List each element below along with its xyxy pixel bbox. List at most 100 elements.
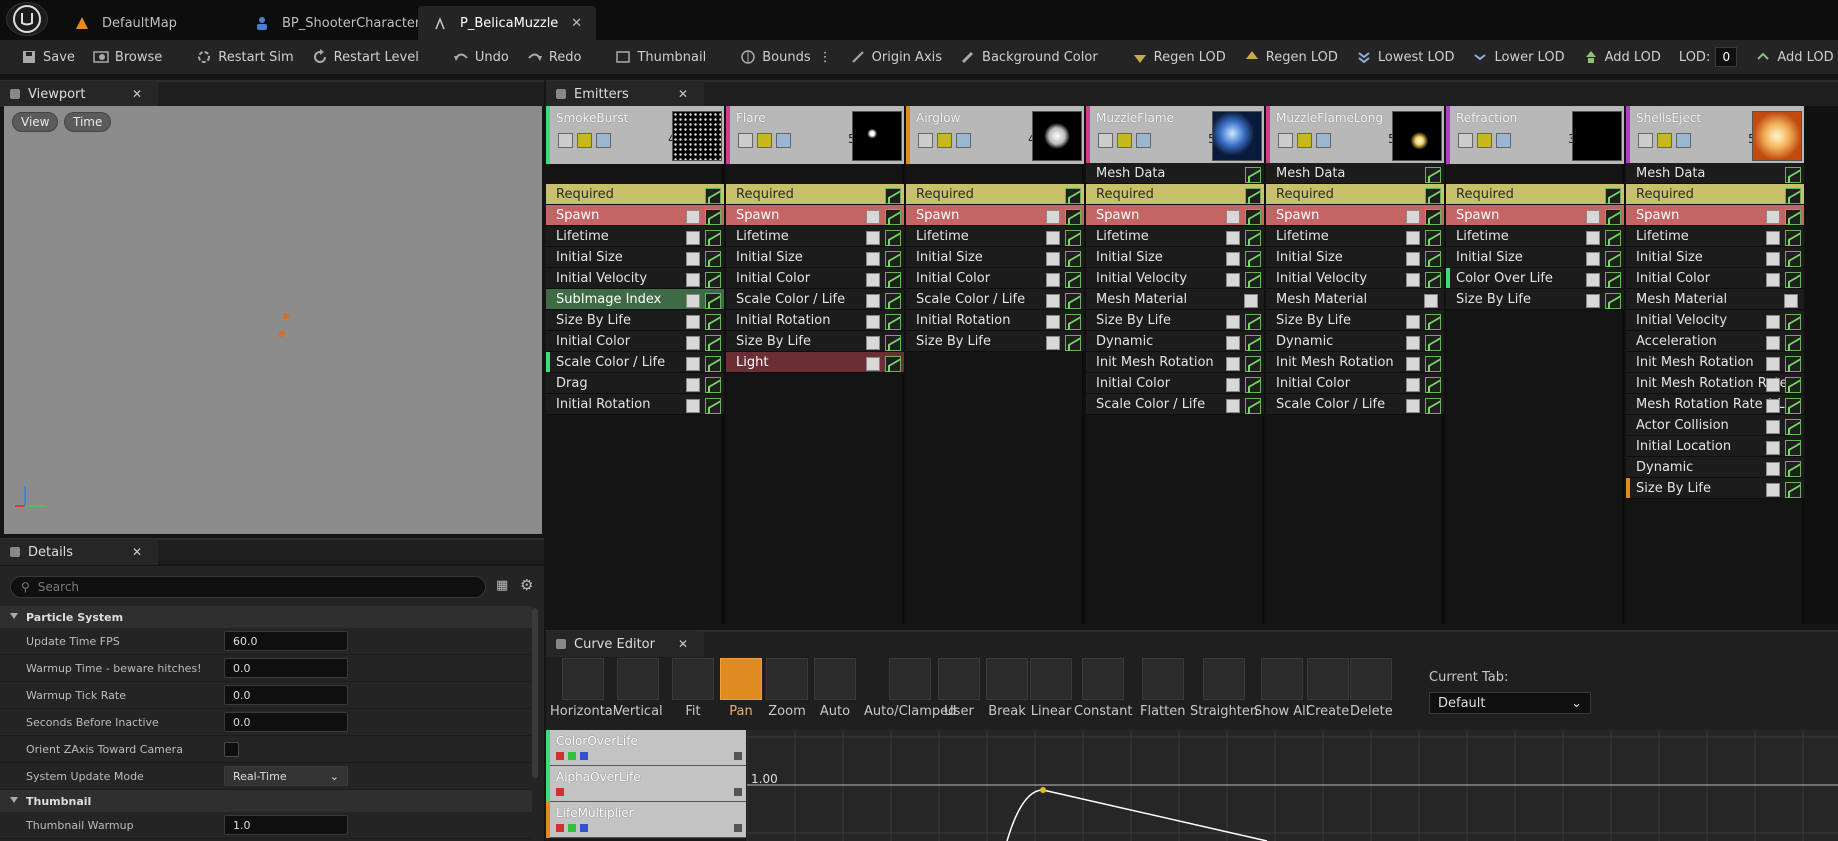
remove-track-icon[interactable] bbox=[734, 752, 742, 760]
curve-graph-icon[interactable] bbox=[885, 272, 901, 288]
emitter-module[interactable]: Size By Life bbox=[546, 310, 724, 331]
emitter-module[interactable]: Init Mesh Rotation Rate bbox=[1626, 373, 1804, 394]
current-tab-select[interactable]: Default ⌄ bbox=[1429, 692, 1591, 714]
module-enable-checkbox[interactable] bbox=[686, 336, 700, 350]
tab-bp-shootercharacter[interactable]: BP_ShooterCharacter bbox=[240, 6, 434, 40]
emitter-module[interactable]: Mesh Material bbox=[1086, 289, 1264, 310]
curve-graph-icon[interactable] bbox=[1425, 167, 1441, 183]
module-enable-checkbox[interactable] bbox=[1586, 273, 1600, 287]
details-scrollbar[interactable] bbox=[532, 608, 538, 778]
seconds-before-inactive-input[interactable]: 0.0 bbox=[224, 712, 348, 732]
curve-linear-button[interactable]: Linear bbox=[1030, 658, 1072, 730]
tab-defaultmap[interactable]: DefaultMap bbox=[60, 6, 191, 40]
curve-graph-icon[interactable] bbox=[1245, 335, 1261, 351]
module-enable-checkbox[interactable] bbox=[1766, 420, 1780, 434]
regen-lod-button-1[interactable]: Regen LOD bbox=[1123, 40, 1235, 75]
channel-toggle-icon[interactable] bbox=[580, 752, 588, 760]
emitter-module[interactable]: Lifetime bbox=[1626, 226, 1804, 247]
add-lod-button-1[interactable]: Add LOD bbox=[1574, 40, 1670, 75]
emitter-header[interactable]: Flare5 bbox=[726, 106, 904, 164]
curve-graph-icon[interactable] bbox=[1605, 209, 1621, 225]
curve-graph-icon[interactable] bbox=[705, 272, 721, 288]
emitter-module[interactable]: Initial Velocity bbox=[1626, 310, 1804, 331]
emitter-module[interactable]: Initial Velocity bbox=[546, 268, 724, 289]
curve-horizontal-button[interactable]: Horizontal bbox=[550, 658, 616, 730]
module-enable-checkbox[interactable] bbox=[1766, 252, 1780, 266]
module-enable-checkbox[interactable] bbox=[1424, 294, 1438, 308]
module-enable-checkbox[interactable] bbox=[686, 252, 700, 266]
curve-graph-icon[interactable] bbox=[1785, 398, 1801, 414]
curve-graph-icon[interactable] bbox=[1785, 482, 1801, 498]
curve-graph-icon[interactable] bbox=[705, 230, 721, 246]
curve-graph-icon[interactable] bbox=[1065, 314, 1081, 330]
curve-graph-icon[interactable] bbox=[1245, 377, 1261, 393]
curve-graph-icon[interactable] bbox=[1065, 251, 1081, 267]
render-mode-icon[interactable] bbox=[1297, 133, 1312, 148]
module-enable-checkbox[interactable] bbox=[1766, 441, 1780, 455]
emitter-module[interactable]: Mesh Data bbox=[1626, 163, 1804, 184]
module-enable-checkbox[interactable] bbox=[686, 231, 700, 245]
close-curve-editor-icon[interactable]: ✕ bbox=[678, 637, 688, 651]
emitter-module[interactable]: Scale Color / Life bbox=[1086, 394, 1264, 415]
enable-checkbox-icon[interactable] bbox=[1278, 133, 1293, 148]
emitter-module[interactable]: Initial Size bbox=[1626, 247, 1804, 268]
emitter-module[interactable]: Required bbox=[906, 184, 1084, 205]
module-enable-checkbox[interactable] bbox=[866, 294, 880, 308]
module-enable-checkbox[interactable] bbox=[1766, 336, 1780, 350]
redo-button[interactable]: Redo bbox=[518, 40, 591, 75]
viewport-canvas[interactable]: View Time bbox=[4, 106, 542, 534]
module-enable-checkbox[interactable] bbox=[1226, 315, 1240, 329]
module-enable-checkbox[interactable] bbox=[866, 231, 880, 245]
module-enable-checkbox[interactable] bbox=[1766, 210, 1780, 224]
emitter-module[interactable]: Lifetime bbox=[1266, 226, 1444, 247]
emitter-module[interactable]: Actor Collision bbox=[1626, 415, 1804, 436]
emitter-module[interactable]: Acceleration bbox=[1626, 331, 1804, 352]
curve-graph-icon[interactable] bbox=[1065, 335, 1081, 351]
curve-graph-icon[interactable] bbox=[1785, 167, 1801, 183]
module-enable-checkbox[interactable] bbox=[686, 315, 700, 329]
add-lod-button-2[interactable]: Add LOD bbox=[1746, 40, 1838, 75]
emitter-module[interactable]: Spawn bbox=[1086, 205, 1264, 226]
curve-graph-icon[interactable] bbox=[705, 209, 721, 225]
module-enable-checkbox[interactable] bbox=[686, 210, 700, 224]
module-enable-checkbox[interactable] bbox=[1226, 357, 1240, 371]
restart-level-button[interactable]: Restart Level bbox=[303, 40, 428, 75]
curve-graph-icon[interactable] bbox=[705, 335, 721, 351]
module-enable-checkbox[interactable] bbox=[1766, 357, 1780, 371]
details-tab[interactable]: Details ✕ bbox=[0, 539, 158, 565]
curve-graph-icon[interactable] bbox=[885, 209, 901, 225]
emitter-module[interactable]: Required bbox=[1446, 184, 1624, 205]
details-search-input[interactable]: ⚲ Search bbox=[10, 576, 486, 598]
solo-icon[interactable] bbox=[776, 133, 791, 148]
emitter-module[interactable]: Mesh Data bbox=[1266, 163, 1444, 184]
curve-flatten-button[interactable]: Flatten bbox=[1140, 658, 1186, 730]
emitter-module[interactable]: Required bbox=[726, 184, 904, 205]
module-enable-checkbox[interactable] bbox=[1766, 273, 1780, 287]
emitter-module[interactable]: Initial Rotation bbox=[546, 394, 724, 415]
lower-lod-button[interactable]: Lower LOD bbox=[1463, 40, 1573, 75]
enable-checkbox-icon[interactable] bbox=[1638, 133, 1653, 148]
curve-plot[interactable] bbox=[747, 730, 1838, 841]
curve-graph-icon[interactable] bbox=[1245, 209, 1261, 225]
remove-track-icon[interactable] bbox=[734, 788, 742, 796]
emitter-module[interactable]: Scale Color / Life bbox=[906, 289, 1084, 310]
table-view-icon[interactable]: ▦ bbox=[496, 578, 508, 593]
emitter-module[interactable]: Scale Color / Life bbox=[726, 289, 904, 310]
curve-graph-icon[interactable] bbox=[1425, 398, 1441, 414]
solo-icon[interactable] bbox=[956, 133, 971, 148]
enable-checkbox-icon[interactable] bbox=[738, 133, 753, 148]
channel-toggle-icon[interactable] bbox=[556, 788, 564, 796]
emitter-module[interactable]: Initial Rotation bbox=[906, 310, 1084, 331]
curve-constant-button[interactable]: Constant bbox=[1074, 658, 1132, 730]
module-enable-checkbox[interactable] bbox=[1586, 294, 1600, 308]
curve-graph-icon[interactable] bbox=[1245, 398, 1261, 414]
module-enable-checkbox[interactable] bbox=[1046, 315, 1060, 329]
emitter-module[interactable]: Lifetime bbox=[906, 226, 1084, 247]
orient-zaxis-checkbox[interactable] bbox=[224, 741, 239, 757]
curve-graph-icon[interactable] bbox=[1425, 356, 1441, 372]
curve-graph-icon[interactable] bbox=[1425, 188, 1441, 204]
curve-graph-icon[interactable] bbox=[1425, 335, 1441, 351]
emitter-module[interactable]: Mesh Material bbox=[1626, 289, 1804, 310]
lod-input[interactable]: 0 bbox=[1715, 47, 1738, 67]
curve-graph-icon[interactable] bbox=[705, 314, 721, 330]
